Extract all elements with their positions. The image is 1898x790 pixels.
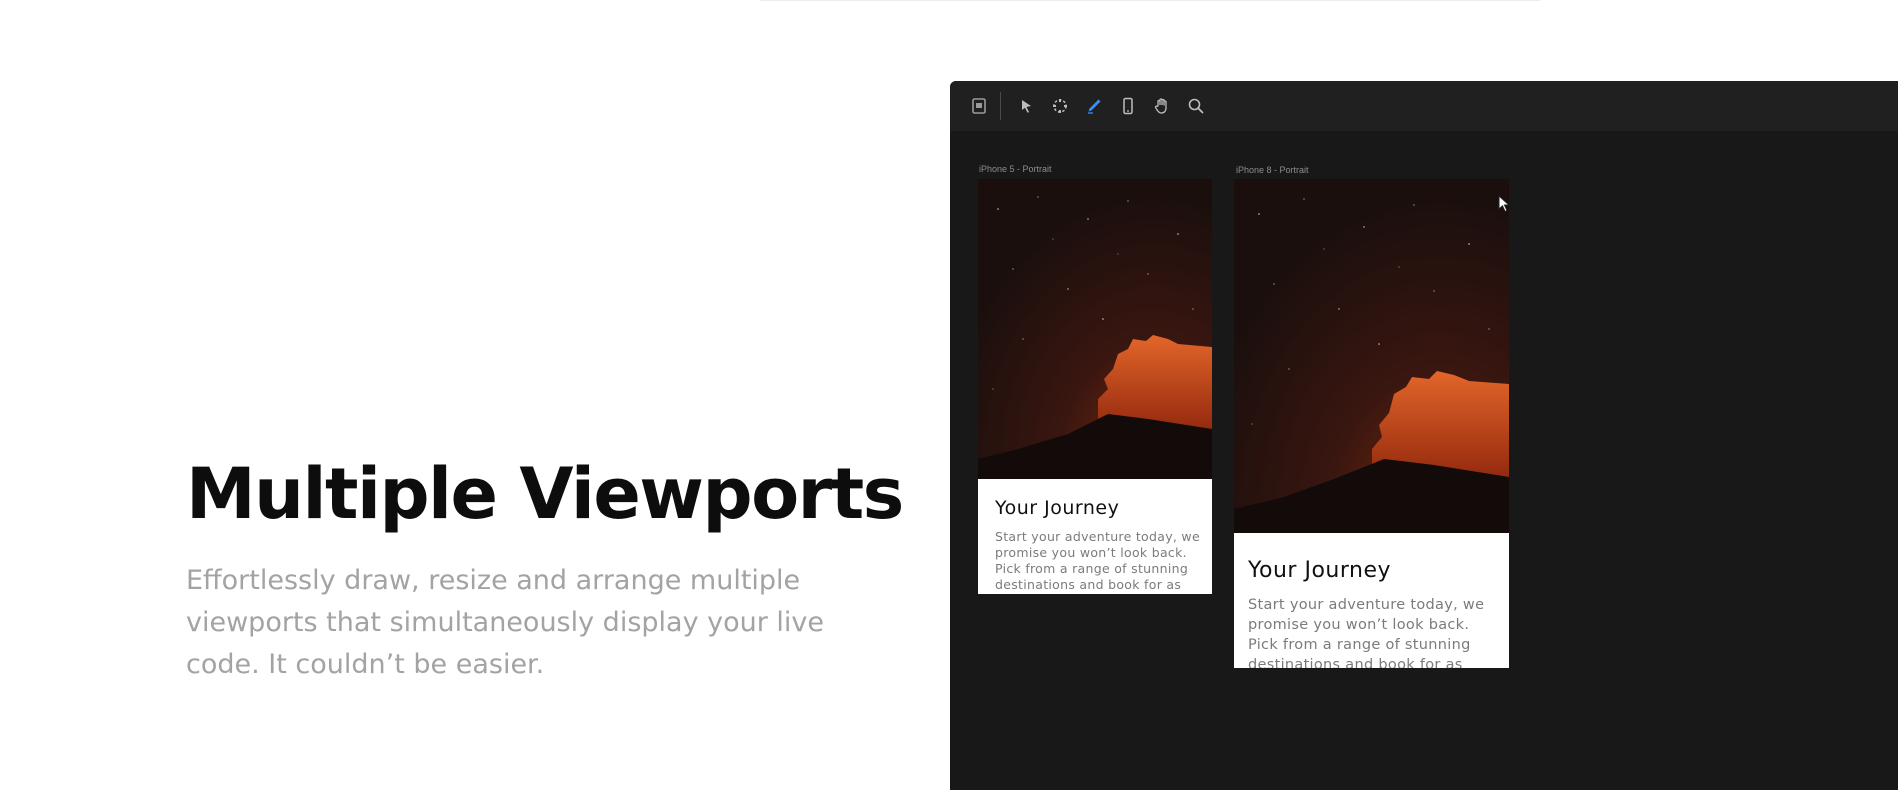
device-icon[interactable] bbox=[1111, 89, 1145, 123]
viewport-label: iPhone 5 - Portrait bbox=[979, 164, 1052, 174]
card-text: Start your adventure today, we promise y… bbox=[1248, 597, 1485, 668]
night-landscape-image bbox=[978, 179, 1212, 479]
viewport-iphone-8[interactable]: Your Journey Start your adventure today,… bbox=[1234, 179, 1509, 668]
pen-icon[interactable] bbox=[1077, 89, 1111, 123]
hero-title: Multiple Viewports bbox=[186, 453, 904, 535]
top-divider bbox=[760, 0, 1540, 1]
search-icon[interactable] bbox=[1179, 89, 1213, 123]
toolbar bbox=[950, 81, 1898, 131]
night-landscape-image bbox=[1234, 179, 1509, 533]
hand-icon[interactable] bbox=[1145, 89, 1179, 123]
marquee-select-icon[interactable] bbox=[1043, 89, 1077, 123]
card-text: Start your adventure today, we promise y… bbox=[995, 529, 1200, 592]
card-title: Your Journey bbox=[1248, 558, 1392, 583]
mouse-cursor-icon bbox=[1498, 195, 1510, 213]
hero-section: Multiple Viewports Effortlessly draw, re… bbox=[186, 450, 926, 686]
viewport-iphone-5[interactable]: Your Journey Start your adventure today,… bbox=[978, 179, 1212, 594]
toolbar-separator bbox=[1000, 92, 1001, 120]
card-content: Your Journey Start your adventure today,… bbox=[1234, 533, 1509, 668]
card-title: Your Journey bbox=[995, 497, 1120, 519]
card-content: Your Journey Start your adventure today,… bbox=[978, 479, 1212, 594]
hero-description: Effortlessly draw, resize and arrange mu… bbox=[186, 565, 825, 680]
editor-window: iPhone 5 - Portrait Your Journey Start y… bbox=[950, 81, 1898, 790]
document-icon[interactable] bbox=[962, 89, 996, 123]
pointer-icon[interactable] bbox=[1009, 89, 1043, 123]
viewport-label: iPhone 8 - Portrait bbox=[1236, 165, 1309, 175]
